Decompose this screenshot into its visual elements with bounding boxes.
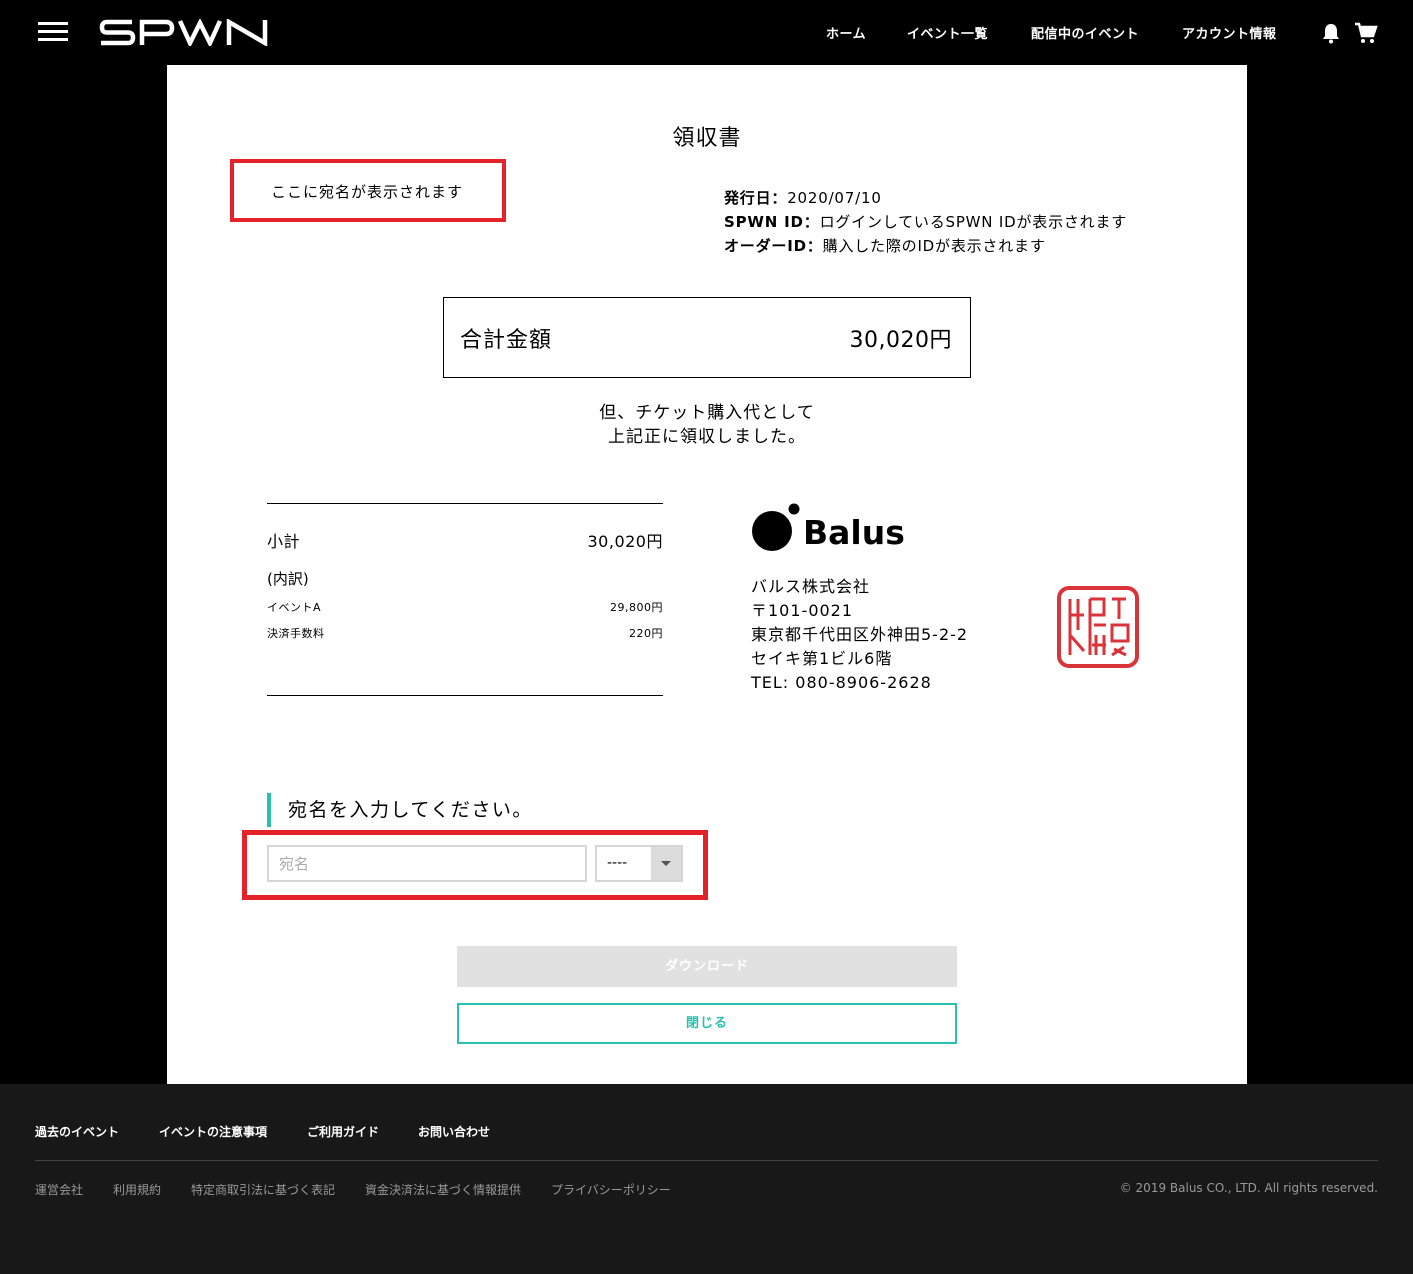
subtotal-row: 小計 30,020円 bbox=[267, 532, 663, 551]
site-footer: 過去のイベント イベントの注意事項 ご利用ガイド お問い合わせ 運営会社 利用規… bbox=[0, 1084, 1413, 1274]
spwn-logo[interactable] bbox=[99, 19, 273, 46]
svg-text:Balus: Balus bbox=[803, 513, 905, 552]
company-info: バルス株式会社 〒101-0021 東京都千代田区外神田5-2-2 セイキ第1ビ… bbox=[751, 577, 969, 692]
close-button[interactable]: 閉じる bbox=[457, 1003, 957, 1044]
footer-link-terms[interactable]: 利用規約 bbox=[113, 1181, 161, 1198]
total-value: 30,020円 bbox=[849, 328, 952, 353]
nav-account[interactable]: アカウント情報 bbox=[1182, 23, 1277, 43]
footer-link-contact[interactable]: お問い合わせ bbox=[418, 1123, 490, 1140]
breakdown-row: イベントA 29,800円 bbox=[267, 601, 663, 614]
footer-link-commerce-law[interactable]: 特定商取引法に基づく表記 bbox=[191, 1181, 335, 1198]
breakdown-title: (内訳) bbox=[267, 570, 309, 588]
copyright: © 2019 Balus CO., LTD. All rights reserv… bbox=[1119, 1181, 1378, 1195]
addressee-placeholder: ここに宛名が表示されます bbox=[271, 183, 464, 201]
receipt-meta: 発行日：2020/07/10 SPWN ID：ログインしているSPWN IDが表… bbox=[724, 186, 1127, 258]
cart-icon[interactable] bbox=[1354, 22, 1378, 44]
site-header: ホーム イベント一覧 配信中のイベント アカウント情報 bbox=[0, 0, 1413, 65]
nav-home[interactable]: ホーム bbox=[826, 23, 866, 43]
addressee-highlight: ここに宛名が表示されます bbox=[230, 159, 506, 222]
breakdown-row: 決済手数料 220円 bbox=[267, 627, 663, 640]
honorific-selected: ---- bbox=[607, 855, 628, 871]
total-label: 合計金額 bbox=[460, 328, 553, 353]
footer-divider bbox=[35, 1160, 1378, 1161]
honorific-select[interactable]: ---- bbox=[595, 845, 683, 882]
breakdown-table: 小計 30,020円 (内訳) イベントA 29,800円 決済手数料 220円 bbox=[267, 503, 663, 696]
order-id-row: オーダーID：購入した際のIDが表示されます bbox=[724, 237, 1046, 255]
nav-streaming[interactable]: 配信中のイベント bbox=[1031, 23, 1139, 43]
balus-logo: Balus bbox=[752, 503, 905, 552]
download-button[interactable]: ダウンロード bbox=[457, 946, 957, 987]
receipt-card: 領収書 ここに宛名が表示されます 発行日：2020/07/10 SPWN ID：… bbox=[167, 65, 1247, 1084]
chevron-down-icon[interactable] bbox=[651, 847, 681, 880]
addressee-input[interactable] bbox=[267, 845, 587, 882]
footer-link-event-notes[interactable]: イベントの注意事項 bbox=[159, 1123, 267, 1140]
footer-link-payment-law[interactable]: 資金決済法に基づく情報提供 bbox=[365, 1181, 521, 1198]
issue-date-row: 発行日：2020/07/10 bbox=[724, 189, 882, 207]
spwn-id-row: SPWN ID：ログインしているSPWN IDが表示されます bbox=[724, 213, 1128, 231]
footer-link-company[interactable]: 運営会社 bbox=[35, 1181, 83, 1198]
footer-link-past-events[interactable]: 過去のイベント bbox=[35, 1123, 119, 1140]
receipt-memo: 但、チケット購入代として 上記正に領収しました。 bbox=[599, 403, 815, 447]
company-seal-stamp bbox=[1057, 586, 1139, 668]
nav-events[interactable]: イベント一覧 bbox=[907, 23, 988, 43]
footer-link-guide[interactable]: ご利用ガイド bbox=[307, 1123, 379, 1140]
footer-link-privacy[interactable]: プライバシーポリシー bbox=[551, 1181, 671, 1198]
total-amount-box: 合計金額 30,020円 bbox=[443, 297, 971, 378]
receipt-title: 領収書 bbox=[672, 126, 742, 151]
addressee-input-heading: 宛名を入力してください。 bbox=[267, 793, 533, 827]
menu-icon[interactable] bbox=[38, 22, 68, 42]
bell-icon[interactable] bbox=[1321, 22, 1341, 44]
